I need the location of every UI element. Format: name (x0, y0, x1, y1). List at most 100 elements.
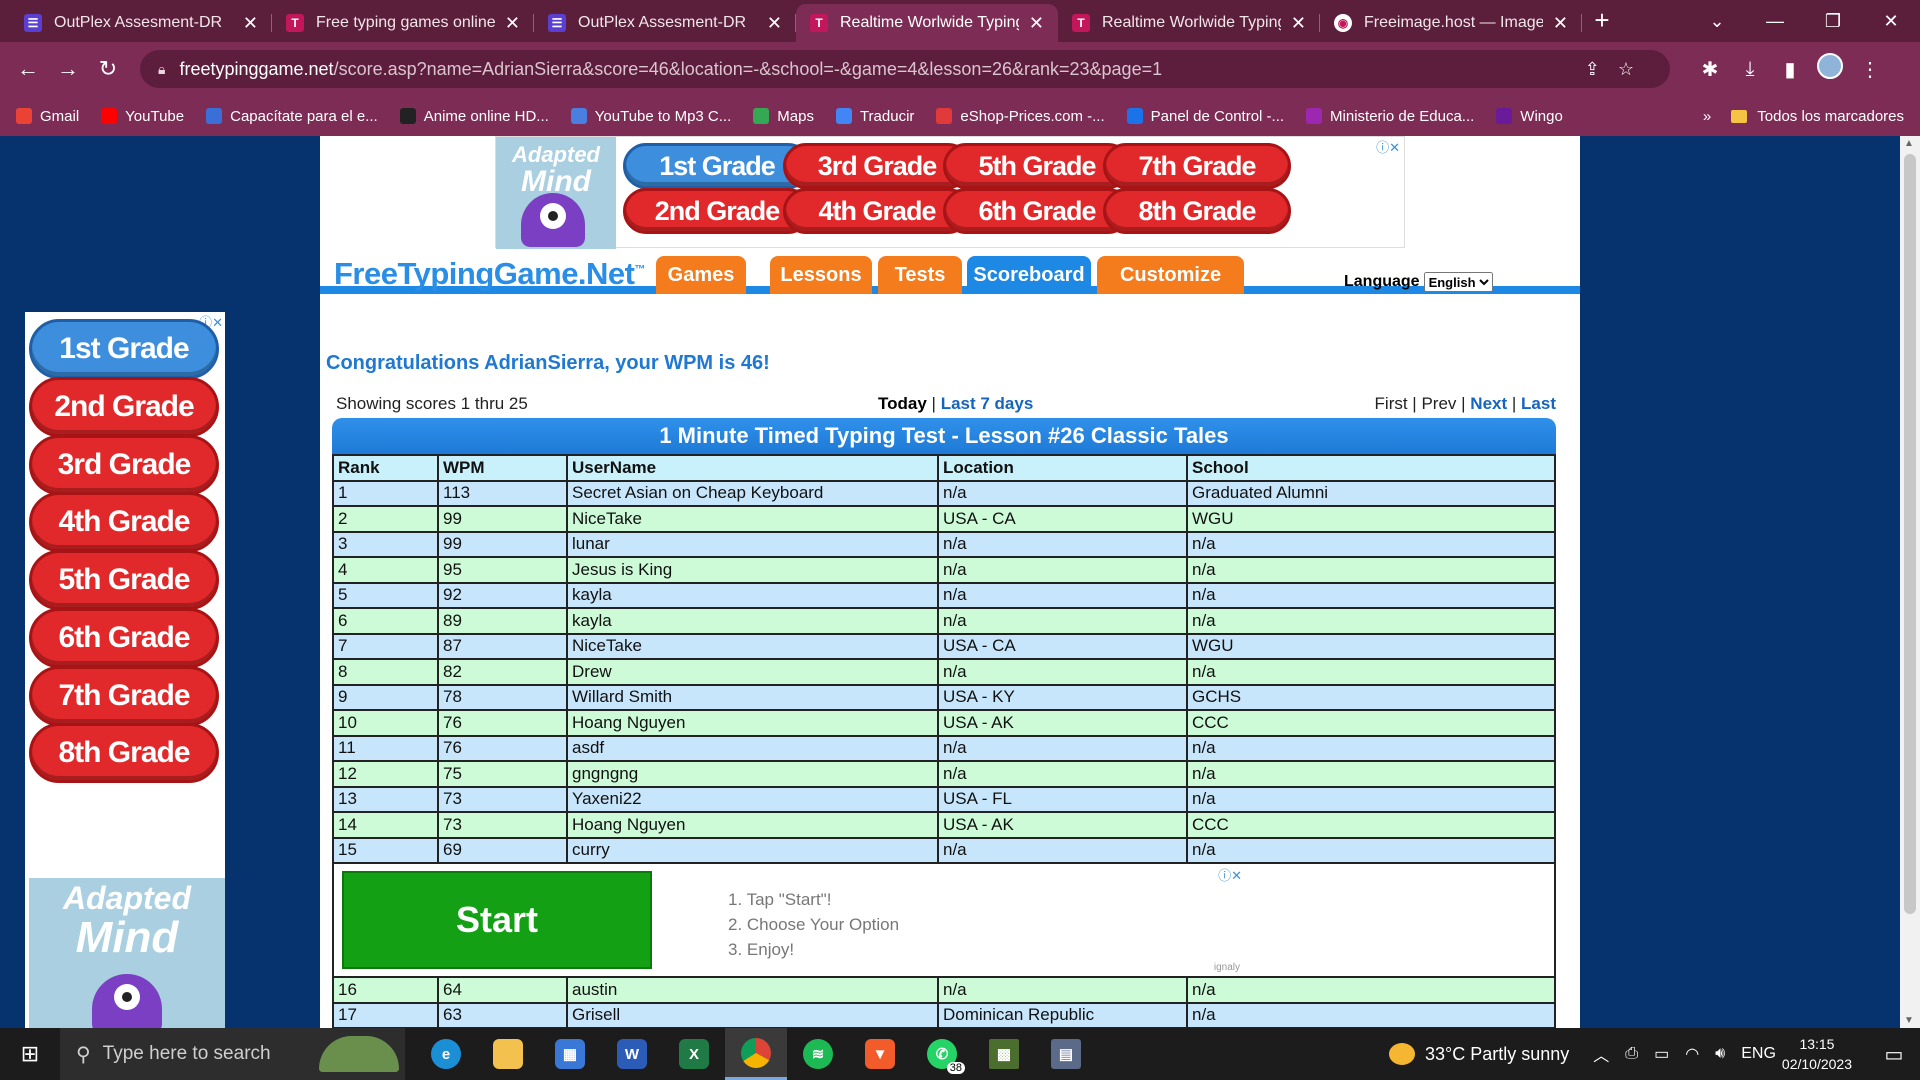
page-next[interactable]: Next (1470, 394, 1507, 413)
wifi-icon[interactable]: ◠ (1685, 1044, 1699, 1064)
all-bookmarks-button[interactable]: Todos los marcadores (1731, 108, 1904, 125)
forward-button[interactable]: → (48, 56, 88, 82)
ad-grade-button[interactable]: 3rd Grade (29, 435, 219, 495)
explorer-app[interactable] (477, 1028, 539, 1080)
address-bar[interactable]: 🔒︎ freetypinggame.net/score.asp?name=Adr… (140, 50, 1670, 88)
ad-grade-button[interactable]: 7th Grade (29, 666, 219, 726)
download-icon[interactable]: ⤓ (1730, 58, 1770, 81)
ad-grade-button[interactable]: 5th Grade (29, 550, 219, 610)
nav-lessons[interactable]: Lessons (770, 256, 872, 294)
period-selector: Today | Last 7 days (878, 394, 1034, 413)
minecraft-app[interactable]: ▩ (973, 1028, 1035, 1080)
browser-tab[interactable]: T Realtime Worlwide Typing ✕ (796, 4, 1058, 42)
restore-button[interactable]: ❐ (1804, 11, 1862, 32)
bookmark-item[interactable]: YouTube (101, 108, 184, 125)
close-tab-icon[interactable]: ✕ (505, 13, 520, 34)
extensions-icon[interactable]: ✱ (1690, 57, 1730, 82)
logo-trademark: ™ (634, 263, 646, 276)
nav-tests[interactable]: Tests (878, 256, 962, 294)
close-tab-icon[interactable]: ✕ (1291, 13, 1306, 34)
whatsapp-app[interactable]: ✆ 38 (911, 1028, 973, 1080)
bookmark-item[interactable]: Capacítate para el e... (206, 108, 378, 125)
clock[interactable]: 13:15 02/10/2023 (1782, 1034, 1852, 1074)
edge-app[interactable]: e (415, 1028, 477, 1080)
browser-tab[interactable]: T Free typing games online, ✕ (272, 4, 534, 42)
ad-grade-button[interactable]: 4th Grade (29, 492, 219, 552)
browser-tab[interactable]: ◉ Freeimage.host — Image H ✕ (1320, 4, 1582, 42)
windows-start-icon[interactable]: ⊞ (0, 1041, 60, 1067)
bookmark-item[interactable]: eShop-Prices.com -... (936, 108, 1105, 125)
input-language[interactable]: ENG (1741, 1045, 1776, 1063)
page-scrollbar[interactable]: ▲ ▼ (1900, 136, 1920, 1028)
bookmark-item[interactable]: Anime online HD... (399, 108, 549, 125)
tab-strip: ☰ OutPlex Assesment-DR ✕ T Free typing games… (0, 0, 1920, 42)
bookmark-favicon-icon (206, 108, 223, 124)
word-app[interactable]: W (601, 1028, 663, 1080)
share-and-star-icons[interactable]: ⇪☆ (1585, 59, 1652, 80)
bookmark-item[interactable]: Wingo (1496, 108, 1563, 125)
close-tab-icon[interactable]: ✕ (243, 13, 258, 34)
bookmark-item[interactable]: Ministerio de Educa... (1306, 108, 1474, 125)
ad-grade-button[interactable]: 8th Grade (1103, 188, 1291, 234)
browser-tab[interactable]: T Realtime Worlwide Typing ✕ (1058, 4, 1320, 42)
taskbar-search[interactable]: ⚲ Type here to search (60, 1028, 405, 1080)
period-last-7-days[interactable]: Last 7 days (941, 394, 1034, 413)
new-tab-button[interactable]: + (1582, 5, 1622, 42)
scroll-up-icon[interactable]: ▲ (1904, 138, 1914, 149)
spotify-app[interactable]: ≋ (787, 1028, 849, 1080)
ad-grade-button[interactable]: 1st Grade (29, 319, 219, 379)
tab-search-icon[interactable]: ⌄ (1688, 11, 1746, 32)
bookmark-favicon-icon (835, 108, 852, 124)
reload-button[interactable]: ↻ (88, 56, 128, 82)
bookmark-item[interactable]: Traducir (835, 108, 914, 125)
battery-icon[interactable]: ▭ (1654, 1044, 1669, 1064)
chrome-app[interactable] (725, 1028, 787, 1080)
bookmark-item[interactable]: Maps (753, 108, 814, 125)
site-logo[interactable]: FreeTypingGame.Net™ (334, 256, 645, 292)
calculator-app[interactable]: ▤ (1035, 1028, 1097, 1080)
nav-customize[interactable]: Customize (1097, 256, 1244, 294)
page-last[interactable]: Last (1521, 394, 1556, 413)
bookmarks-overflow-button[interactable]: » (1703, 108, 1711, 125)
excel-app[interactable]: X (663, 1028, 725, 1080)
bookmark-item[interactable]: YouTube to Mp3 C... (570, 108, 731, 125)
close-window-button[interactable]: ✕ (1862, 11, 1920, 32)
volume-icon[interactable]: 🔊︎ (1715, 1045, 1725, 1063)
ad-grade-button[interactable]: 8th Grade (29, 723, 219, 783)
tray-overflow-icon[interactable]: ︿ (1593, 1042, 1609, 1066)
browser-tab[interactable]: ☰ OutPlex Assesment-DR ✕ (534, 4, 796, 42)
profile-avatar[interactable] (1810, 53, 1850, 85)
ad-grade-button[interactable]: 2nd Grade (29, 377, 219, 437)
menu-kebab-icon[interactable]: ⋮ (1850, 57, 1890, 82)
nav-games[interactable]: Games (656, 256, 746, 294)
ad-grade-button[interactable]: 6th Grade (29, 608, 219, 668)
ad-start-button[interactable]: Start (342, 871, 652, 969)
cell-username: NiceTake (566, 505, 939, 533)
period-today[interactable]: Today (878, 394, 927, 413)
bookmark-item[interactable]: Panel de Control -... (1126, 108, 1284, 125)
close-tab-icon[interactable]: ✕ (1553, 13, 1568, 34)
lock-icon[interactable]: 🔒︎ (158, 61, 165, 78)
scroll-down-icon[interactable]: ▼ (1904, 1015, 1914, 1026)
side-ad[interactable]: ⓘ✕ 1st Grade 2nd Grade 3rd Grade 4th Grade 5… (25, 312, 225, 1034)
close-tab-icon[interactable]: ✕ (1029, 13, 1044, 34)
ad-grade-button[interactable]: 7th Grade (1103, 143, 1291, 189)
meet-now-icon[interactable]: ⎙ (1625, 1045, 1638, 1063)
scrollbar-thumb[interactable] (1904, 154, 1916, 914)
ad-choices-icon[interactable]: ⓘ✕ (1218, 865, 1242, 884)
close-tab-icon[interactable]: ✕ (767, 13, 782, 34)
back-button[interactable]: ← (8, 56, 48, 82)
bookmark-item[interactable]: Gmail (16, 108, 79, 125)
weather-widget[interactable]: 33°C Partly sunny (1388, 1043, 1569, 1065)
minimize-button[interactable]: — (1746, 11, 1804, 32)
store-app[interactable]: ▦ (539, 1028, 601, 1080)
language-select[interactable]: English (1423, 272, 1493, 292)
side-panel-icon[interactable]: ▮ (1770, 57, 1810, 82)
top-banner-ad[interactable]: Adapted Mind ⓘ✕ 1st Grade 3rd Grade 5th Gr… (495, 136, 1405, 249)
nav-scoreboard[interactable]: Scoreboard (967, 256, 1091, 294)
brave-app[interactable]: ▼ (849, 1028, 911, 1080)
ad-choices-icon[interactable]: ⓘ✕ (1376, 137, 1400, 156)
inline-ad[interactable]: Start 1. Tap "Start"! 2. Choose Your Optio… (338, 865, 1244, 975)
notifications-icon[interactable]: ▭ (1874, 1042, 1914, 1067)
browser-tab[interactable]: ☰ OutPlex Assesment-DR ✕ (10, 4, 272, 42)
